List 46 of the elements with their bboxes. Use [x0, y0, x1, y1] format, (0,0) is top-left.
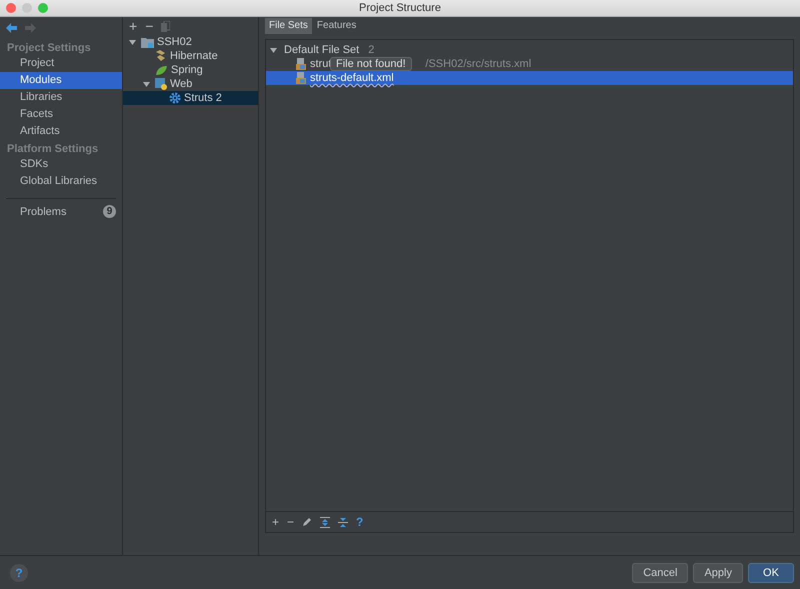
sidebar-item[interactable]: Problems: [20, 206, 66, 218]
section-header: Platform Settings: [6, 142, 100, 156]
tree-item[interactable]: SSH02: [123, 35, 258, 49]
folder-icon: [141, 36, 154, 48]
sidebar-item[interactable]: Facets: [0, 106, 122, 123]
sidebar-item[interactable]: Global Libraries: [0, 173, 122, 190]
tree-item[interactable]: Struts 2: [123, 91, 258, 105]
xml-file-icon: [296, 58, 307, 70]
collapse-all-icon[interactable]: [338, 516, 348, 528]
file-set-label[interactable]: Default File Set: [284, 44, 360, 56]
expand-all-icon[interactable]: [320, 516, 330, 528]
back-icon[interactable]: [6, 23, 17, 33]
expanded-arrow-icon[interactable]: [129, 38, 136, 46]
sidebar-item[interactable]: Libraries: [0, 89, 122, 106]
add-button[interactable]: +: [272, 515, 280, 529]
expanded-arrow-icon[interactable]: [270, 46, 277, 54]
sidebar-item[interactable]: SDKs: [0, 156, 122, 173]
xml-file-icon: [296, 72, 307, 84]
hibernate-icon: [155, 50, 167, 62]
dialog-button[interactable]: Apply: [693, 563, 743, 583]
tree-item[interactable]: Spring: [123, 63, 258, 77]
dialog-button[interactable]: OK: [748, 563, 794, 583]
toolbar-button[interactable]: −: [145, 18, 154, 34]
tooltip: File not found!: [330, 57, 412, 71]
sidebar-item[interactable]: Modules: [0, 72, 122, 89]
expanded-arrow-icon[interactable]: [143, 80, 150, 88]
sidebar-item[interactable]: Artifacts: [0, 123, 122, 140]
tab[interactable]: File Sets: [265, 18, 312, 34]
gear-icon: [169, 92, 181, 104]
web-module-icon: [155, 78, 167, 90]
tree-item[interactable]: Web: [123, 77, 258, 91]
pencil-icon[interactable]: [302, 517, 312, 527]
file-count: 2: [368, 44, 374, 56]
file-name[interactable]: struts-default.xml: [310, 72, 394, 84]
file-name[interactable]: strut: [310, 58, 332, 70]
problem-count: 9: [103, 205, 116, 218]
toolbar-button[interactable]: +: [129, 18, 138, 34]
window-title: Project Structure: [359, 2, 441, 14]
file-path: /SSH02/src/struts.xml: [425, 58, 532, 70]
sidebar-item[interactable]: Project: [0, 55, 122, 72]
dialog-button[interactable]: Cancel: [632, 563, 688, 583]
remove-button[interactable]: −: [287, 515, 294, 529]
help-button[interactable]: ?: [356, 515, 364, 529]
tree-item[interactable]: Hibernate: [123, 49, 258, 63]
section-header: Project Settings: [6, 41, 92, 55]
leaf-icon: [155, 64, 168, 76]
